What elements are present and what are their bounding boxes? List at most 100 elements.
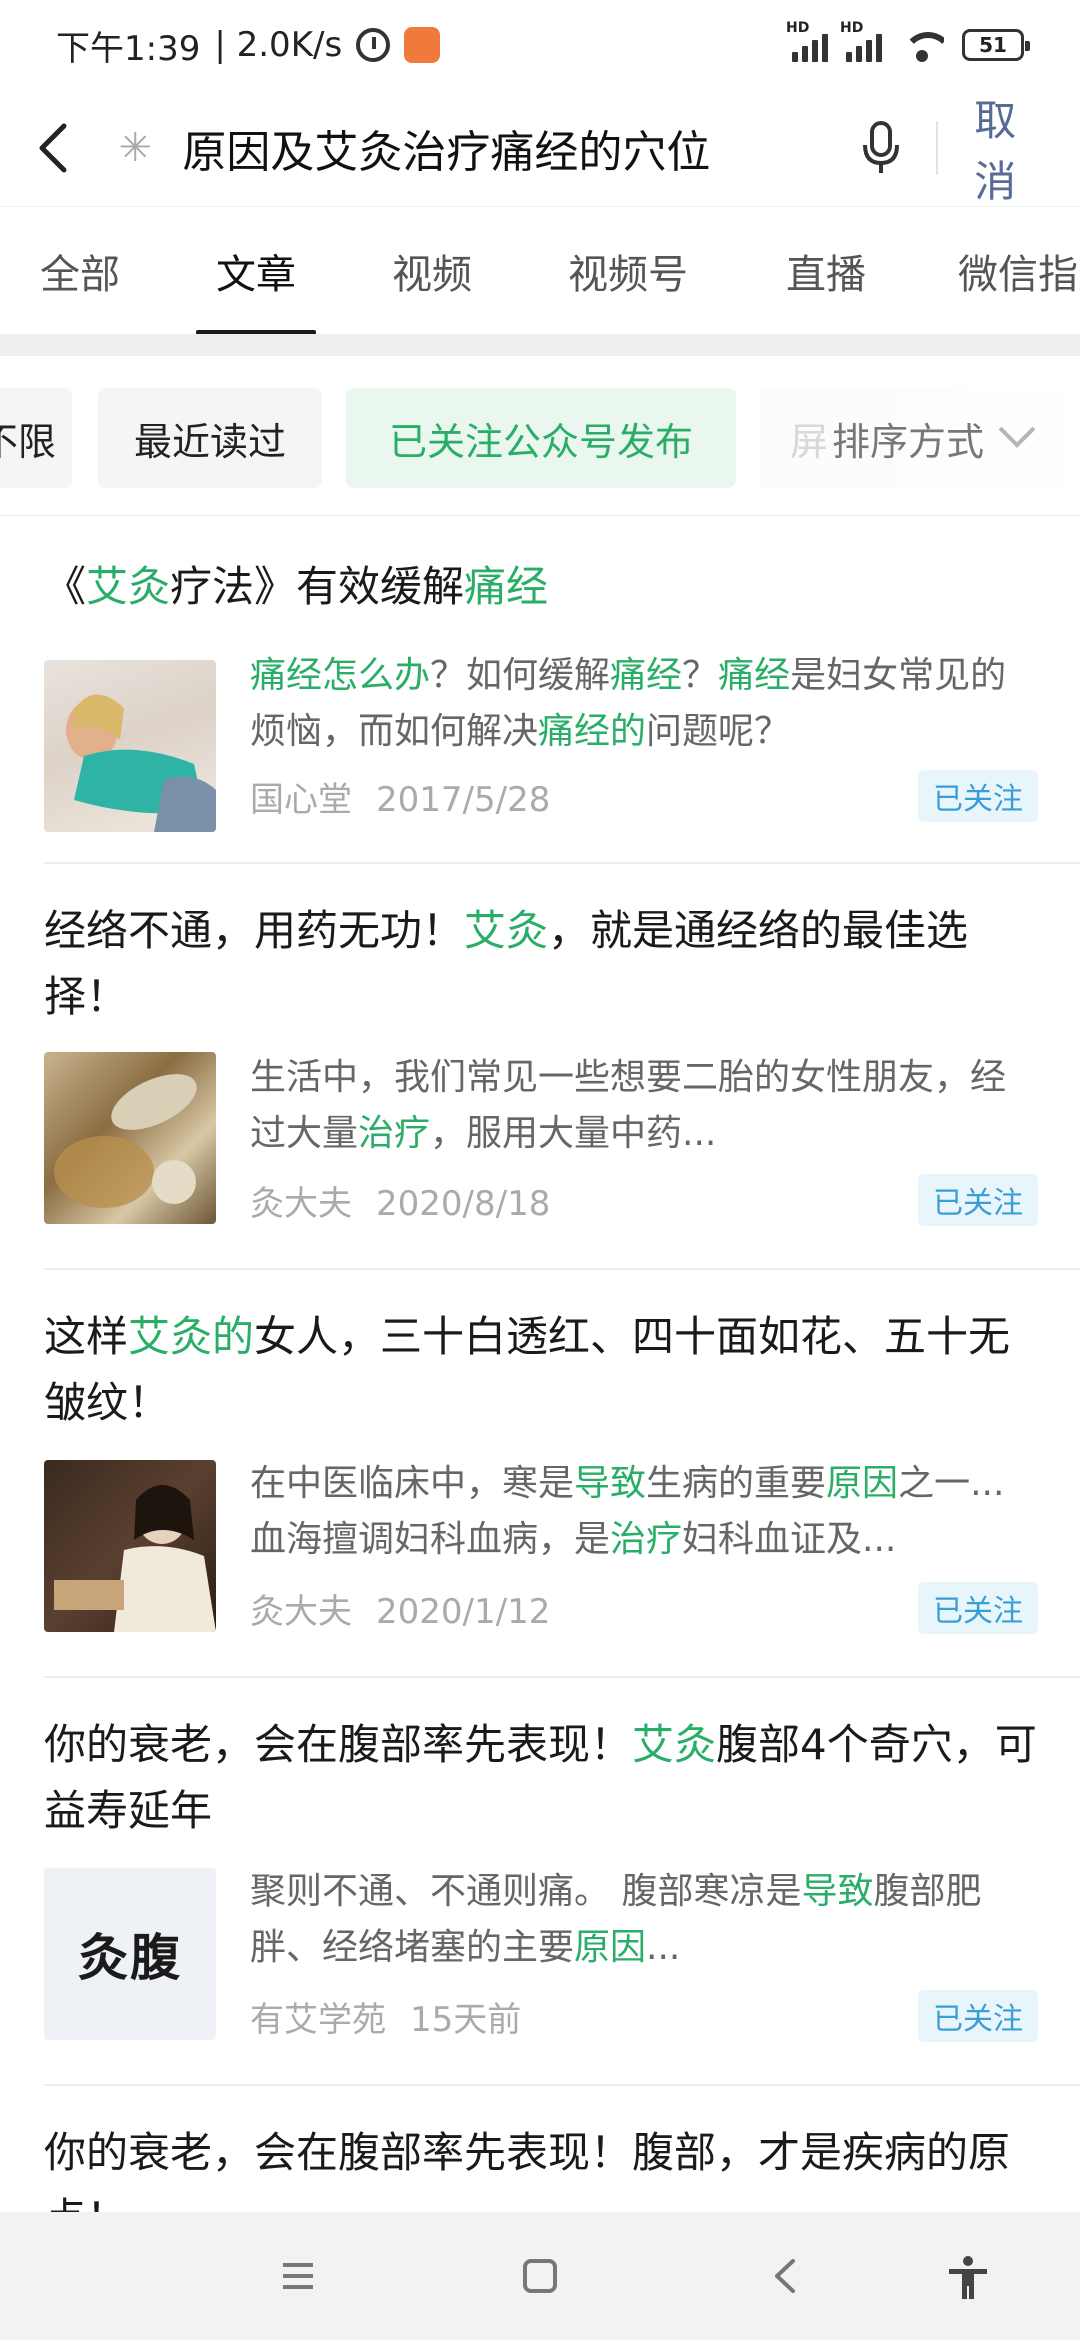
tab-channels[interactable]: 视频号 [568,207,688,334]
highlighted-term: 艾灸 [632,1720,717,1769]
tab-all[interactable]: 全部 [40,207,120,334]
tab-wechat-index[interactable]: 微信指数 [958,207,1080,334]
highlighted-term: 痛经 [718,655,791,696]
result-title[interactable]: 你的衰老，会在腹部率先表现！腹部，才是疾病的原点！ [44,2120,1044,2212]
battery-icon: 51 [962,29,1030,61]
search-query[interactable]: 原因及艾灸治疗痛经的穴位 [182,116,710,180]
list-item[interactable]: 你的衰老，会在腹部率先表现！腹部，才是疾病的原点！ [0,2086,1080,2212]
alarm-icon [356,28,391,62]
highlighted-term: 痛经的 [538,711,647,752]
tab-videos[interactable]: 视频 [392,207,472,334]
section-divider [0,334,1080,356]
status-time: 下午1:39 [56,28,201,69]
chevron-down-icon [998,411,1036,448]
hd-label: HD [840,20,864,36]
text-segment: 妇科血证及... [682,1519,897,1560]
text-segment: 问题呢？ [646,711,791,752]
filter-bar: 不限 最近读过 已关注公众号发布 屏 排序方式 [0,356,1080,516]
clear-icon[interactable]: ✳ [118,125,158,171]
back-icon[interactable] [756,2246,816,2306]
result-title[interactable]: 经络不通，用药无功！艾灸，就是通经络的最佳选择！ [44,898,1044,1030]
filter-chip-recent[interactable]: 最近读过 [98,388,322,488]
list-item[interactable]: 你的衰老，会在腹部率先表现！艾灸腹部4个奇穴，可益寿延年 灸腹 聚则不通、不通则… [0,1678,1080,2086]
result-source[interactable]: 国心堂 [250,780,352,820]
status-left: 下午1:39 | 2.0K/s [56,21,441,70]
highlighted-term: 艾灸 [86,562,171,611]
search-bar: ✳ 原因及艾灸治疗痛经的穴位 取消 [0,90,1080,206]
followed-badge: 已关注 [918,1582,1038,1634]
result-date: 2020/8/18 [376,1184,551,1224]
microphone-icon[interactable] [852,108,910,188]
filter-chip-followed[interactable]: 已关注公众号发布 [346,388,736,488]
menu-icon[interactable] [268,2246,328,2306]
result-meta: 灸大夫 2020/1/12 [250,1584,550,1633]
result-date: 2017/5/28 [376,780,551,820]
text-segment: 经络不通，用药无功！ [44,906,465,955]
text-segment: ，服用大量中药... [430,1113,717,1154]
text-segment: 疗法》有效缓解 [170,562,465,611]
search-input[interactable]: ✳ 原因及艾灸治疗痛经的穴位 [118,108,838,188]
followed-badge: 已关注 [918,1174,1038,1226]
result-snippet: 在中医临床中，寒是导致生病的重要原因之一...血海擅调妇科血病，是治疗妇科血证及… [250,1456,1040,1568]
result-title[interactable]: 你的衰老，会在腹部率先表现！艾灸腹部4个奇穴，可益寿延年 [44,1712,1044,1844]
back-arrow-icon[interactable] [24,108,82,188]
text-segment: 聚则不通、不通则痛。 腹部寒凉是 [250,1871,802,1912]
highlighted-term: 痛经怎么办 [250,655,431,696]
sort-label: 排序方式 [832,419,985,464]
highlighted-term: 治疗 [358,1113,431,1154]
followed-badge: 已关注 [918,1990,1038,2042]
list-item[interactable]: 这样艾灸的女人，三十白透红、四十面如花、五十无皱纹！ 在中医临床中，寒是导致生病… [0,1270,1080,1678]
text-segment: ... [646,1927,681,1968]
network-speed: | 2.0K/s [214,25,343,65]
highlighted-term: 原因 [826,1463,899,1504]
result-meta: 灸大夫 2020/8/18 [250,1176,550,1225]
tab-bar: 全部 文章 视频 视频号 直播 微信指数 [0,206,1080,334]
accessibility-icon[interactable] [936,2246,1000,2310]
text-segment: 在中医临床中，寒是 [250,1463,575,1504]
highlighted-term: 原因 [574,1927,647,1968]
followed-badge: 已关注 [918,770,1038,822]
result-snippet: 痛经怎么办？如何缓解痛经？痛经是妇女常见的烦恼，而如何解决痛经的问题呢？ [250,648,1040,760]
highlighted-term: 痛经 [610,655,683,696]
tab-articles[interactable]: 文章 [196,207,316,334]
filter-chip-unlimited[interactable]: 不限 [0,388,72,488]
result-snippet: 聚则不通、不通则痛。 腹部寒凉是导致腹部肥胖、经络堵塞的主要原因... [250,1864,1040,1976]
result-thumbnail[interactable] [44,1052,216,1224]
app-notification-icon [404,27,441,63]
result-date: 2020/1/12 [376,1592,551,1632]
result-date: 15天前 [410,2000,522,2040]
divider [936,121,939,175]
list-item[interactable]: 经络不通，用药无功！艾灸，就是通经络的最佳选择！ 生活中，我们常见一些想要二胎的… [0,864,1080,1270]
list-item[interactable]: 《艾灸疗法》有效缓解痛经 痛经怎么办？如何缓解痛经？痛经是妇女常见的烦恼，而如何… [0,516,1080,864]
result-title[interactable]: 这样艾灸的女人，三十白透红、四十面如花、五十无皱纹！ [44,1304,1044,1436]
result-snippet: 生活中，我们常见一些想要二胎的女性朋友，经过大量治疗，服用大量中药... [250,1050,1040,1162]
result-meta: 国心堂 2017/5/28 [250,772,550,821]
result-source[interactable]: 灸大夫 [250,1184,352,1224]
cancel-button[interactable]: 取消 [974,87,1056,209]
result-thumbnail[interactable] [44,660,216,832]
highlighted-term: 艾灸的 [128,1312,255,1361]
text-segment: ？ [682,655,719,696]
hd-label: HD [786,20,810,36]
status-bar: 下午1:39 | 2.0K/s HD HD 51 [0,0,1080,90]
result-meta: 有艾学苑 15天前 [250,1992,521,2041]
signal-icon: HD [840,20,882,62]
thumbnail-text: 灸腹 [78,1928,182,1987]
system-nav-bar [0,2212,1080,2340]
sort-dropdown[interactable]: 屏 排序方式 [760,388,1080,488]
text-segment: ？如何缓解 [430,655,611,696]
result-source[interactable]: 有艾学苑 [250,2000,386,2040]
result-thumbnail[interactable]: 灸腹 [44,1868,216,2040]
home-icon[interactable] [510,2246,570,2306]
status-right: HD HD 51 [786,20,1030,62]
result-source[interactable]: 灸大夫 [250,1592,352,1632]
highlighted-term: 治疗 [610,1519,683,1560]
result-thumbnail[interactable] [44,1460,216,1632]
result-title[interactable]: 《艾灸疗法》有效缓解痛经 [44,554,1044,620]
text-segment: 《 [44,562,87,611]
text-segment: 你的衰老，会在腹部率先表现！腹部，才是疾病的原点！ [44,2128,1011,2212]
highlighted-term: 痛经 [464,562,549,611]
tab-live[interactable]: 直播 [786,207,866,334]
text-segment: 你的衰老，会在腹部率先表现！ [44,1720,633,1769]
battery-level: 51 [979,33,1007,57]
